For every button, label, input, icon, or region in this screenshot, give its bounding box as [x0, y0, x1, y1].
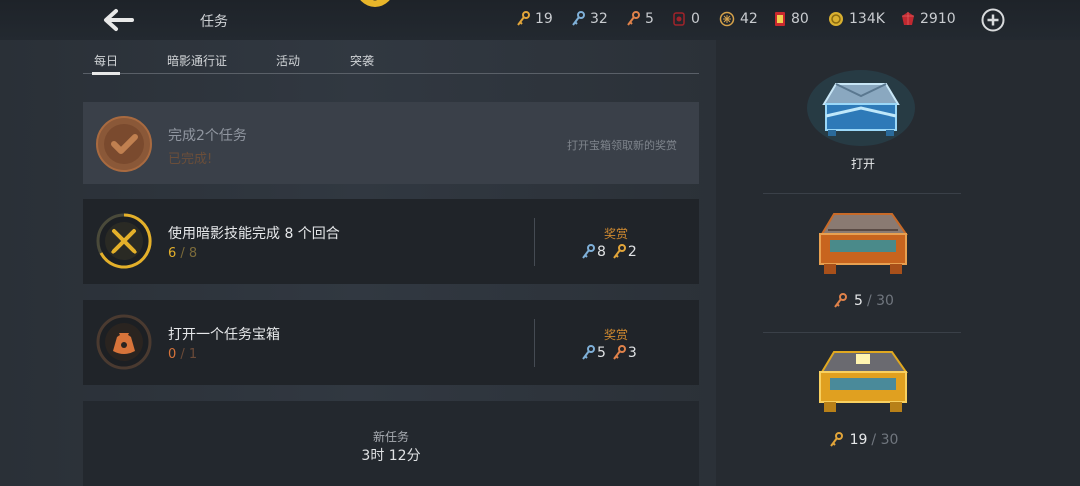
ruby-icon: [902, 12, 914, 25]
orange-key-have: 5: [854, 293, 863, 309]
chest-panel: 打开 5 / 30 19 / 30: [716, 40, 1080, 486]
blue-chest-icon: [807, 70, 915, 146]
quest-progress: 0 / 1: [168, 347, 197, 362]
reward-values: 8 2: [581, 244, 643, 260]
orange-key-counter[interactable]: 5: [626, 11, 654, 27]
reward-label: 奖赏: [604, 328, 629, 342]
crossed-swords-icon: [96, 213, 152, 269]
loot-bag-icon: [96, 314, 152, 370]
reward-gold-key-amount: 2: [627, 244, 637, 260]
tab-raid[interactable]: 突袭: [350, 52, 374, 69]
quest-status: 已完成!: [168, 152, 213, 167]
gold-key-count: 19: [535, 11, 553, 27]
gold-key-need: / 30: [871, 432, 899, 448]
tab-daily[interactable]: 每日: [91, 52, 121, 75]
coin-counter[interactable]: 134K: [828, 11, 885, 27]
quest-title: 完成2个任务: [168, 128, 247, 144]
orange-key-need: / 30: [866, 293, 894, 309]
open-chest-button[interactable]: 打开: [716, 155, 1010, 172]
tab-events[interactable]: 活动: [276, 52, 300, 69]
blue-key-count: 32: [590, 11, 608, 27]
new-quest-timer-card: 新任务 3时 12分: [83, 401, 699, 486]
orange-key-icon: [613, 345, 626, 360]
reward-blue-key: 8: [581, 244, 606, 260]
emblem-coin-icon: [719, 11, 735, 27]
reward-label: 奖赏: [604, 227, 629, 241]
plus-icon: [981, 8, 1005, 32]
reward-values: 5 3: [581, 345, 643, 361]
gold-key-progress: 19 / 30: [716, 432, 1010, 448]
top-bar: 任务 19 32 5 0 42 80 134K 2910: [0, 0, 1080, 40]
ticket-counter[interactable]: 80: [774, 11, 809, 27]
quest-tabs: 每日 暗影通行证 活动 突袭: [83, 48, 699, 75]
blue-key-icon: [572, 11, 585, 26]
blue-key-icon: [582, 345, 595, 360]
red-token-count: 0: [691, 11, 700, 27]
divider: [763, 193, 961, 194]
quest-card[interactable]: 打开一个任务宝箱 0 / 1 奖赏 5 3: [83, 300, 699, 385]
red-token-icon: [673, 12, 685, 26]
orange-key-icon: [834, 293, 848, 308]
ticket-count: 80: [791, 11, 809, 27]
completed-quest-card[interactable]: 完成2个任务 已完成! 打开宝箱领取新的奖赏: [83, 102, 699, 184]
reward-blue-key-amount: 8: [597, 244, 606, 260]
quest-progress-total: / 8: [180, 246, 198, 261]
ruby-counter[interactable]: 2910: [901, 11, 956, 27]
currency-bar: 19 32 5 0 42 80 134K 2910: [0, 11, 1080, 31]
ticket-icon: [775, 12, 785, 26]
add-currency-button[interactable]: [981, 8, 1005, 32]
new-quest-countdown: 3时 12分: [361, 448, 421, 464]
coin-count: 134K: [849, 11, 885, 27]
quest-card[interactable]: 使用暗影技能完成 8 个回合 6 / 8 奖赏 8 2: [83, 199, 699, 284]
orange-key-count: 5: [645, 11, 654, 27]
gold-key-icon: [517, 11, 530, 26]
coin-icon: [829, 12, 843, 26]
new-quest-label: 新任务: [372, 430, 409, 444]
emblem-coin-counter[interactable]: 42: [719, 11, 758, 27]
reward-orange-key-amount: 3: [627, 345, 637, 361]
quest-progress-total: / 1: [180, 347, 198, 362]
orange-key-icon: [627, 11, 640, 26]
ruby-count: 2910: [920, 11, 956, 27]
divider: [534, 218, 535, 266]
gold-key-have: 19: [849, 432, 868, 448]
gold-key-icon: [613, 244, 626, 259]
open-chest-hint: 打开宝箱领取新的奖赏: [567, 139, 677, 152]
quest-title: 打开一个任务宝箱: [168, 327, 280, 343]
reward-blue-key: 5: [581, 345, 606, 361]
reward-orange-key: 3: [612, 345, 637, 361]
blue-key-counter[interactable]: 32: [571, 11, 608, 27]
quest-panel: 每日 暗影通行证 活动 突袭 完成2个任务 已完成! 打开宝箱领取新的奖赏 使用…: [0, 40, 716, 486]
orange-chest-icon: [819, 213, 908, 274]
orange-key-progress: 5 / 30: [716, 293, 1010, 309]
divider: [763, 332, 961, 333]
quest-title: 使用暗影技能完成 8 个回合: [168, 226, 340, 242]
gold-key-icon: [829, 432, 843, 447]
divider: [534, 319, 535, 367]
quest-progress-current: 6: [168, 246, 177, 261]
quest-progress-current: 0: [168, 347, 177, 362]
gold-key-counter[interactable]: 19: [516, 11, 553, 27]
gold-chest-icon: [819, 351, 908, 412]
checkmark-icon: [96, 116, 152, 172]
red-token-counter[interactable]: 0: [672, 11, 700, 27]
emblem-coin-count: 42: [740, 11, 758, 27]
reward-gold-key: 2: [612, 244, 637, 260]
tab-shadow-pass[interactable]: 暗影通行证: [167, 52, 227, 69]
quest-progress: 6 / 8: [168, 246, 197, 261]
reward-blue-key-amount: 5: [597, 345, 606, 361]
blue-key-icon: [582, 244, 595, 259]
